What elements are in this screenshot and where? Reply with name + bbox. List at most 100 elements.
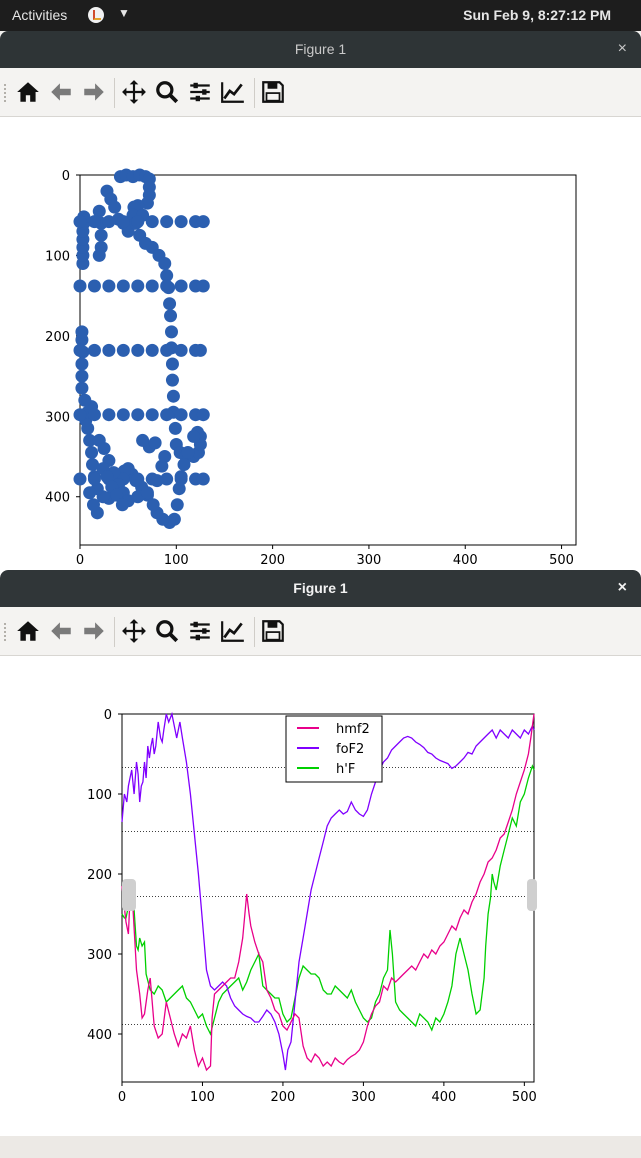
status-bar [0, 1136, 641, 1158]
save-button[interactable] [258, 617, 288, 645]
move-icon [122, 619, 146, 643]
pan-button[interactable] [119, 78, 149, 106]
scatter-point [87, 215, 101, 229]
y-tick-label: 400 [45, 491, 70, 506]
toolbar-separator [254, 78, 255, 108]
y-tick-label: 0 [62, 169, 70, 184]
x-tick-label: 400 [431, 1090, 456, 1105]
home-icon [17, 82, 39, 102]
x-tick-label: 0 [76, 553, 84, 568]
scatter-point [165, 373, 179, 387]
scatter-point [116, 215, 130, 229]
scatter-point [164, 325, 178, 339]
scatter-point [116, 279, 130, 293]
scatter-point [136, 433, 150, 447]
left-scroll-handle [122, 879, 136, 911]
edit-axis-button[interactable] [218, 78, 248, 106]
scatter-point [196, 472, 210, 486]
arrow-left-icon [51, 622, 71, 640]
title-bar[interactable]: Figure 1 × [0, 31, 641, 68]
scatter-point [78, 393, 92, 407]
move-icon [122, 80, 146, 104]
scatter-point [150, 474, 164, 488]
scatter-point [168, 421, 182, 435]
scatter-point [86, 498, 100, 512]
close-button[interactable]: × [618, 579, 627, 597]
scatter-point [131, 215, 145, 229]
right-scroll-handle [527, 879, 537, 911]
scatter-point [174, 343, 188, 357]
toolbar-grip[interactable] [4, 623, 10, 641]
scatter-point [87, 279, 101, 293]
scatter-point [174, 408, 188, 422]
title-bar[interactable]: Figure 1 × [0, 570, 641, 607]
figure-window-1: Figure 1 × 0 100 200 300 400 500 0 100 200 300 400 [0, 31, 641, 571]
figure-canvas[interactable]: 0 100 200 300 400 500 0 100 200 300 400 [0, 117, 641, 571]
zoom-button[interactable] [152, 617, 182, 645]
scatter-point [131, 279, 145, 293]
x-tick-label: 500 [549, 553, 574, 568]
scatter-point [73, 472, 87, 486]
chevron-down-icon[interactable]: ▼ [118, 6, 130, 20]
edit-axis-button[interactable] [218, 617, 248, 645]
forward-button[interactable] [79, 78, 109, 106]
scatter-point [75, 357, 89, 371]
arrow-left-icon [51, 83, 71, 101]
scatter-point [73, 343, 87, 357]
scatter-point [102, 279, 116, 293]
scatter-point [160, 343, 174, 357]
activities-button[interactable]: Activities [12, 7, 67, 23]
sliders-icon [190, 82, 210, 102]
x-tick-label: 300 [357, 553, 382, 568]
scatter-point [73, 408, 87, 422]
pan-button[interactable] [119, 617, 149, 645]
clock[interactable]: Sun Feb 9, 8:27:12 PM [463, 7, 611, 23]
line-chart: 0 100 200 300 400 500 0 100 200 300 400 hmf2 foF2 h'F [87, 708, 537, 1105]
figure-window-2: Figure 1 × 0 100 200 300 400 500 0 100 200 300 400… [0, 570, 641, 1158]
scatter-point [174, 215, 188, 229]
x-tick-label: 200 [260, 553, 285, 568]
top-bar: Activities ▼ Sun Feb 9, 8:27:12 PM [0, 0, 641, 31]
y-tick-label: 100 [45, 249, 70, 264]
toolbar-grip[interactable] [4, 84, 10, 102]
scatter-point [83, 486, 97, 500]
zoom-button[interactable] [152, 78, 182, 106]
configure-subplots-button[interactable] [185, 617, 215, 645]
scatter-point [177, 458, 191, 472]
floppy-disk-icon [262, 81, 284, 103]
y-tick-label: 200 [45, 330, 70, 345]
scatter-point [193, 343, 207, 357]
scatter-point [75, 369, 89, 383]
scatter-point [102, 343, 116, 357]
scatter-point [131, 343, 145, 357]
back-button[interactable] [46, 78, 76, 106]
toolbar-separator [114, 617, 115, 647]
save-button[interactable] [258, 78, 288, 106]
scatter-point [87, 472, 101, 486]
scatter-point [115, 498, 129, 512]
arrow-right-icon [84, 622, 104, 640]
home-button[interactable] [13, 78, 43, 106]
scatter-point [163, 297, 177, 311]
configure-subplots-button[interactable] [185, 78, 215, 106]
app-icon[interactable] [88, 7, 104, 23]
toolbar [0, 607, 641, 656]
scatter-point [145, 408, 159, 422]
y-tick-label: 100 [87, 788, 112, 803]
scatter-point [158, 450, 172, 464]
forward-button[interactable] [79, 617, 109, 645]
sliders-icon [190, 621, 210, 641]
figure-canvas[interactable]: 0 100 200 300 400 500 0 100 200 300 400 hmf2 foF2 h'F [0, 656, 641, 1136]
scatter-point [196, 215, 210, 229]
scatter-point [170, 498, 184, 512]
scatter-point [102, 215, 116, 229]
back-button[interactable] [46, 617, 76, 645]
scatter-point [116, 408, 130, 422]
home-button[interactable] [13, 617, 43, 645]
scatter-point [166, 389, 180, 403]
scatter-point [75, 381, 89, 395]
scatter-point [131, 408, 145, 422]
scatter-point [160, 408, 174, 422]
close-button[interactable]: × [618, 40, 627, 58]
scatter-point [160, 215, 174, 229]
